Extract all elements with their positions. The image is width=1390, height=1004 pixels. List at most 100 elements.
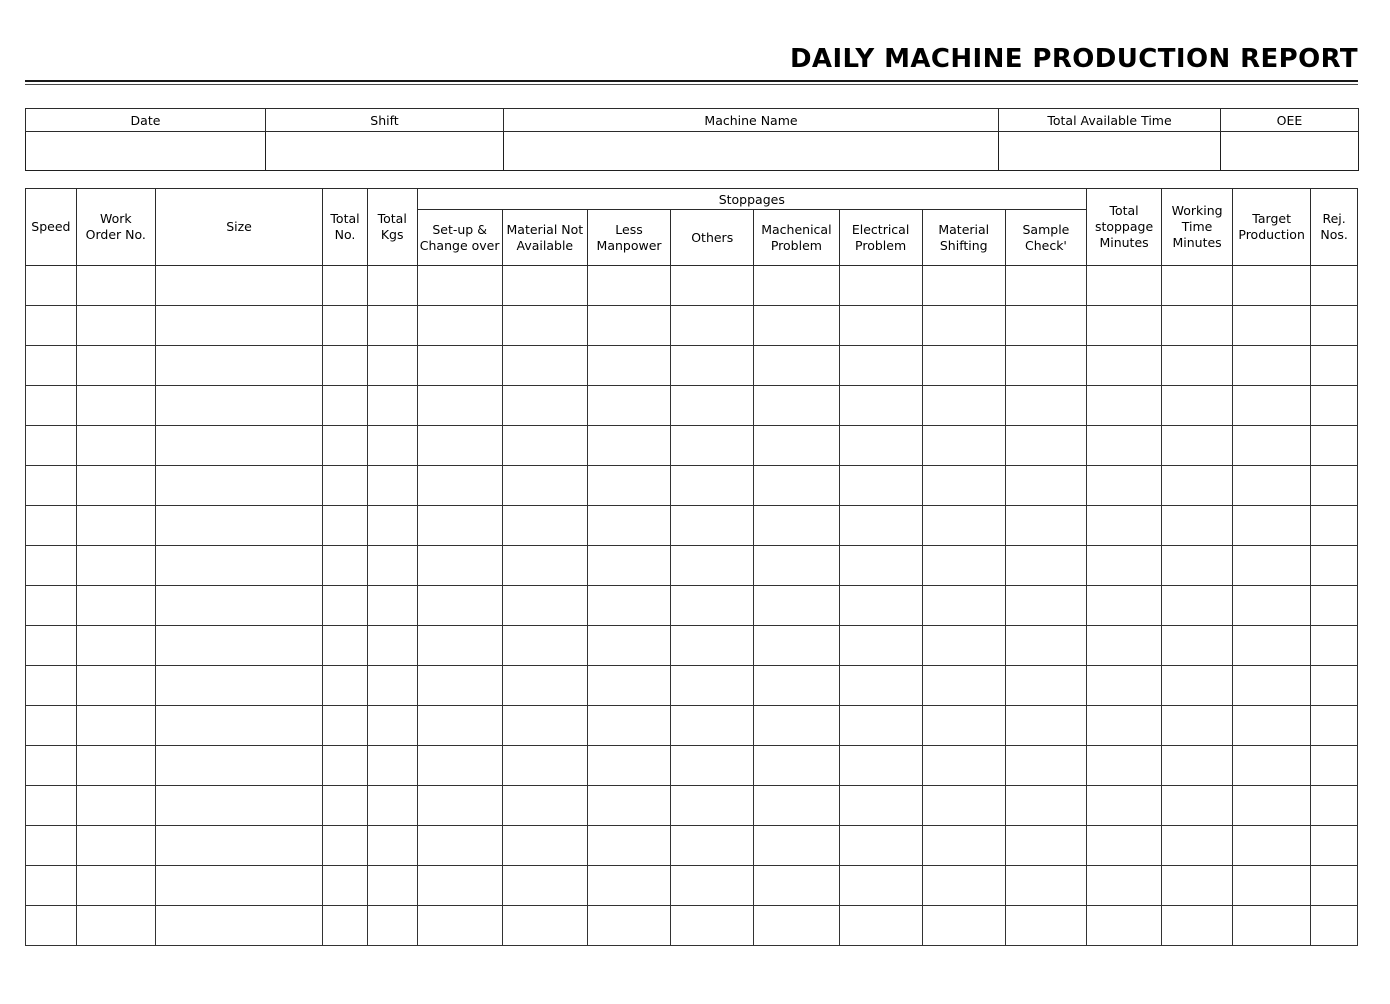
table-cell[interactable] <box>25 745 77 786</box>
table-cell[interactable] <box>154 705 324 746</box>
table-cell[interactable] <box>25 345 77 386</box>
table-cell[interactable] <box>366 785 418 826</box>
table-cell[interactable] <box>838 425 923 466</box>
table-cell[interactable] <box>670 705 755 746</box>
table-cell[interactable] <box>322 745 368 786</box>
table-cell[interactable] <box>75 705 156 746</box>
table-cell[interactable] <box>1086 585 1163 626</box>
table-cell[interactable] <box>1086 505 1163 546</box>
table-cell[interactable] <box>366 305 418 346</box>
table-cell[interactable] <box>75 585 156 626</box>
table-cell[interactable] <box>1004 585 1088 626</box>
table-cell[interactable] <box>1310 865 1358 906</box>
table-cell[interactable] <box>501 745 588 786</box>
table-cell[interactable] <box>921 505 1006 546</box>
table-cell[interactable] <box>1161 585 1234 626</box>
table-cell[interactable] <box>366 825 418 866</box>
table-cell[interactable] <box>838 585 923 626</box>
table-cell[interactable] <box>586 625 672 666</box>
table-cell[interactable] <box>670 385 755 426</box>
table-cell[interactable] <box>1086 545 1163 586</box>
table-cell[interactable] <box>75 425 156 466</box>
table-cell[interactable] <box>586 265 672 306</box>
table-cell[interactable] <box>586 745 672 786</box>
table-cell[interactable] <box>586 705 672 746</box>
table-cell[interactable] <box>1004 465 1088 506</box>
table-cell[interactable] <box>586 785 672 826</box>
table-cell[interactable] <box>670 305 755 346</box>
table-cell[interactable] <box>1004 825 1088 866</box>
table-cell[interactable] <box>838 505 923 546</box>
table-cell[interactable] <box>1161 865 1234 906</box>
table-cell[interactable] <box>322 385 368 426</box>
table-cell[interactable] <box>75 625 156 666</box>
table-cell[interactable] <box>1086 865 1163 906</box>
table-cell[interactable] <box>322 425 368 466</box>
table-cell[interactable] <box>921 705 1006 746</box>
table-cell[interactable] <box>75 385 156 426</box>
table-cell[interactable] <box>501 505 588 546</box>
table-cell[interactable] <box>154 505 324 546</box>
table-cell[interactable] <box>921 625 1006 666</box>
table-cell[interactable] <box>586 865 672 906</box>
table-cell[interactable] <box>416 545 503 586</box>
table-cell[interactable] <box>753 505 840 546</box>
table-cell[interactable] <box>921 825 1006 866</box>
table-cell[interactable] <box>1004 625 1088 666</box>
table-cell[interactable] <box>586 905 672 946</box>
table-cell[interactable] <box>25 865 77 906</box>
table-cell[interactable] <box>753 745 840 786</box>
table-cell[interactable] <box>670 625 755 666</box>
table-cell[interactable] <box>75 905 156 946</box>
table-cell[interactable] <box>1086 425 1163 466</box>
table-cell[interactable] <box>1232 865 1312 906</box>
table-cell[interactable] <box>75 665 156 706</box>
table-cell[interactable] <box>416 305 503 346</box>
info-field-machine-name[interactable] <box>503 131 999 171</box>
table-cell[interactable] <box>586 425 672 466</box>
table-cell[interactable] <box>416 505 503 546</box>
table-cell[interactable] <box>1310 705 1358 746</box>
table-cell[interactable] <box>501 865 588 906</box>
table-cell[interactable] <box>670 665 755 706</box>
table-cell[interactable] <box>1161 465 1234 506</box>
table-cell[interactable] <box>416 585 503 626</box>
table-cell[interactable] <box>1232 345 1312 386</box>
table-cell[interactable] <box>501 345 588 386</box>
table-cell[interactable] <box>838 305 923 346</box>
table-cell[interactable] <box>366 905 418 946</box>
table-cell[interactable] <box>1004 345 1088 386</box>
table-cell[interactable] <box>1232 785 1312 826</box>
table-cell[interactable] <box>1310 625 1358 666</box>
table-cell[interactable] <box>1310 465 1358 506</box>
table-cell[interactable] <box>154 665 324 706</box>
table-cell[interactable] <box>1310 545 1358 586</box>
table-cell[interactable] <box>1161 745 1234 786</box>
table-cell[interactable] <box>1232 625 1312 666</box>
table-cell[interactable] <box>1161 825 1234 866</box>
table-cell[interactable] <box>670 745 755 786</box>
table-cell[interactable] <box>838 705 923 746</box>
table-cell[interactable] <box>416 665 503 706</box>
table-cell[interactable] <box>25 545 77 586</box>
table-cell[interactable] <box>25 585 77 626</box>
table-cell[interactable] <box>154 825 324 866</box>
table-cell[interactable] <box>1232 385 1312 426</box>
table-cell[interactable] <box>1232 745 1312 786</box>
table-cell[interactable] <box>1004 505 1088 546</box>
table-cell[interactable] <box>501 465 588 506</box>
table-cell[interactable] <box>753 345 840 386</box>
table-cell[interactable] <box>322 305 368 346</box>
table-cell[interactable] <box>1310 505 1358 546</box>
table-cell[interactable] <box>838 905 923 946</box>
table-cell[interactable] <box>753 825 840 866</box>
table-cell[interactable] <box>1310 425 1358 466</box>
table-cell[interactable] <box>416 865 503 906</box>
table-cell[interactable] <box>1161 625 1234 666</box>
table-cell[interactable] <box>586 345 672 386</box>
table-cell[interactable] <box>670 865 755 906</box>
table-cell[interactable] <box>154 305 324 346</box>
table-cell[interactable] <box>322 625 368 666</box>
table-cell[interactable] <box>1161 905 1234 946</box>
table-cell[interactable] <box>586 545 672 586</box>
